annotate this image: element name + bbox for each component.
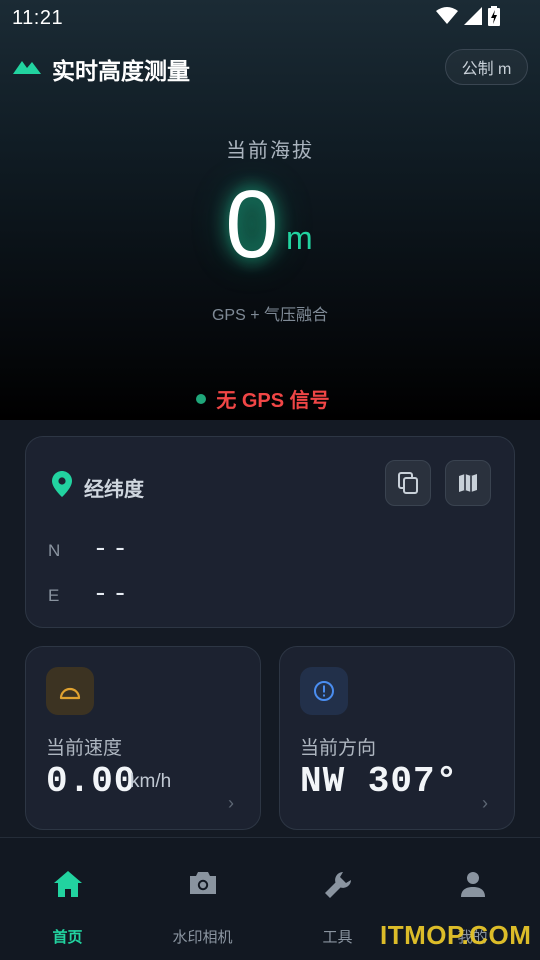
altitude-source: GPS + 气压融合	[211, 307, 329, 324]
speed-unit: km/h	[130, 771, 172, 792]
latitude-value: --	[92, 534, 132, 564]
signal-icon	[464, 7, 482, 25]
coordinates-title: 经纬度	[84, 479, 144, 501]
nav-home[interactable]: 首页	[0, 838, 135, 960]
gps-status-dot	[196, 393, 207, 404]
speed-icon-tile	[46, 667, 94, 715]
wifi-icon	[436, 7, 458, 24]
gps-status-text: 无 GPS 信号	[216, 390, 330, 412]
altitude-value: 0	[225, 171, 279, 278]
direction-card[interactable]: 当前方向 NW 307° ›	[279, 646, 515, 830]
chevron-right-icon: ›	[482, 793, 488, 813]
latitude-row: N --	[48, 534, 132, 564]
speed-label: 当前速度	[46, 738, 123, 759]
direction-icon-tile	[300, 667, 348, 715]
chevron-right-icon: ›	[228, 793, 234, 813]
compass-alert-icon	[314, 681, 334, 701]
longitude-axis: E	[48, 586, 60, 605]
map-button[interactable]	[445, 460, 491, 506]
page-title: 实时高度测量	[52, 58, 190, 84]
altitude-label: 当前海拔	[226, 140, 314, 162]
direction-label: 当前方向	[300, 738, 377, 759]
gps-status: 无 GPS 信号	[0, 384, 540, 413]
copy-button[interactable]	[385, 460, 431, 506]
camera-icon	[189, 872, 216, 894]
home-icon	[53, 871, 82, 897]
person-icon	[460, 872, 485, 897]
map-icon	[459, 474, 477, 492]
direction-value: NW 307°	[300, 761, 459, 802]
speed-value: 0.00	[46, 761, 137, 802]
longitude-row: E --	[48, 579, 132, 609]
unit-toggle-button[interactable]: 公制 m	[445, 49, 528, 85]
battery-icon	[488, 6, 500, 26]
copy-icon	[398, 472, 418, 494]
site-watermark: ITMOP.COM	[380, 920, 532, 950]
nav-camera-label: 水印相机	[172, 929, 233, 946]
location-pin-icon	[52, 471, 72, 497]
status-icons	[436, 6, 500, 26]
status-time: 11:21	[12, 6, 64, 29]
nav-home-label: 首页	[52, 929, 83, 946]
mountain-icon	[13, 61, 41, 74]
speed-card[interactable]: 当前速度 0.00 km/h ›	[25, 646, 261, 830]
wrench-icon	[324, 872, 351, 898]
latitude-axis: N	[48, 541, 61, 560]
altitude-unit: m	[286, 220, 313, 256]
coordinates-card: 经纬度 N -- E --	[25, 436, 515, 628]
longitude-value: --	[92, 579, 132, 609]
speedometer-icon	[59, 687, 81, 700]
nav-watermark-camera[interactable]: 水印相机	[135, 838, 270, 960]
